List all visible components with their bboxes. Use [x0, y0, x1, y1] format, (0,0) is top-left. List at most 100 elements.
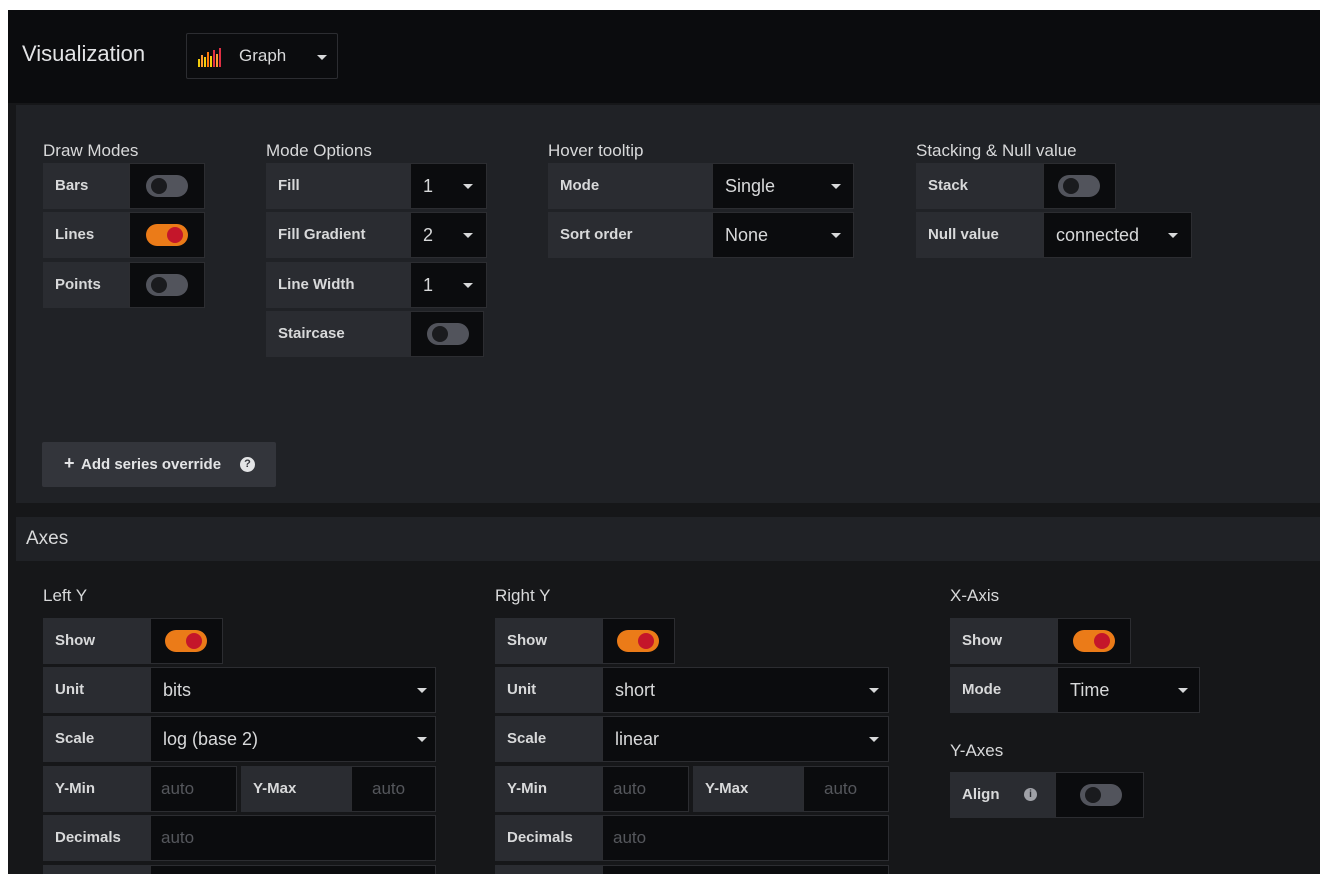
- add-series-override-button[interactable]: + Add series override ?: [42, 442, 276, 487]
- y-axes-align-label: Align i: [950, 772, 1055, 818]
- lines-toggle-cell: [129, 212, 205, 258]
- fill-select[interactable]: 1: [410, 163, 487, 209]
- fill-value: 1: [423, 176, 434, 196]
- points-label: Points: [43, 262, 129, 308]
- panel-editor: Visualization Graph Draw Modes Bars Line…: [8, 10, 1320, 874]
- left-y-unit-label: Unit: [43, 667, 150, 713]
- hover-tooltip-heading: Hover tooltip: [548, 141, 644, 160]
- right-y-max-placeholder: auto: [824, 779, 858, 798]
- left-y-next-row-cell[interactable]: [150, 865, 436, 874]
- right-y-unit-select[interactable]: short: [602, 667, 889, 713]
- chevron-down-icon: [463, 283, 473, 288]
- mode-options-heading: Mode Options: [266, 141, 372, 160]
- x-axis-show-label: Show: [950, 618, 1057, 664]
- staircase-label: Staircase: [266, 311, 410, 357]
- graph-bars-icon: [198, 48, 221, 67]
- x-axis-mode-value: Time: [1070, 680, 1110, 700]
- left-y-scale-value: log (base 2): [163, 729, 259, 749]
- chevron-down-icon: [317, 55, 327, 60]
- bars-label: Bars: [43, 163, 129, 209]
- bars-toggle[interactable]: [146, 175, 188, 197]
- right-y-scale-value: linear: [615, 729, 660, 749]
- help-icon[interactable]: ?: [240, 457, 255, 472]
- sort-order-select[interactable]: None: [712, 212, 854, 258]
- x-axis-mode-select[interactable]: Time: [1057, 667, 1200, 713]
- draw-modes-heading: Draw Modes: [43, 141, 139, 160]
- right-y-heading: Right Y: [495, 586, 551, 605]
- right-y-min-placeholder: auto: [613, 779, 647, 798]
- lines-toggle[interactable]: [146, 224, 188, 246]
- info-icon[interactable]: i: [1024, 788, 1037, 801]
- right-y-next-row-cell[interactable]: [602, 865, 889, 874]
- points-toggle[interactable]: [146, 274, 188, 296]
- right-y-show-toggle[interactable]: [617, 630, 659, 652]
- right-y-max-input[interactable]: auto: [803, 766, 889, 812]
- right-y-min-input[interactable]: auto: [602, 766, 689, 812]
- stack-label: Stack: [916, 163, 1043, 209]
- left-y-show-toggle[interactable]: [165, 630, 207, 652]
- fill-label: Fill: [266, 163, 410, 209]
- bars-toggle-cell: [129, 163, 205, 209]
- right-y-next-row-label: [495, 865, 602, 874]
- chevron-down-icon: [1168, 233, 1178, 238]
- left-y-max-placeholder: auto: [372, 779, 406, 798]
- sort-order-value: None: [725, 225, 769, 245]
- stack-toggle[interactable]: [1058, 175, 1100, 197]
- line-width-select[interactable]: 1: [410, 262, 487, 308]
- right-y-scale-label: Scale: [495, 716, 602, 762]
- chevron-down-icon: [1178, 688, 1188, 693]
- sort-order-label: Sort order: [548, 212, 712, 258]
- tooltip-mode-select[interactable]: Single: [712, 163, 854, 209]
- chevron-down-icon: [831, 233, 841, 238]
- line-width-value: 1: [423, 275, 434, 295]
- left-y-show-label: Show: [43, 618, 150, 664]
- right-y-min-label: Y-Min: [495, 766, 602, 812]
- left-y-scale-label: Scale: [43, 716, 150, 762]
- left-y-max-input[interactable]: auto: [351, 766, 436, 812]
- left-y-min-placeholder: auto: [161, 779, 195, 798]
- staircase-toggle[interactable]: [427, 323, 469, 345]
- null-value-label: Null value: [916, 212, 1043, 258]
- left-y-decimals-input[interactable]: auto: [150, 815, 436, 861]
- left-y-decimals-label: Decimals: [43, 815, 150, 861]
- visualization-picker[interactable]: Graph: [186, 33, 338, 79]
- fill-gradient-label: Fill Gradient: [266, 212, 410, 258]
- display-options-panel: Draw Modes Bars Lines Points Mode Option…: [16, 105, 1320, 503]
- left-y-max-label: Y-Max: [241, 766, 351, 812]
- y-axes-align-toggle-cell: [1055, 772, 1144, 818]
- right-y-show-label: Show: [495, 618, 602, 664]
- y-axes-align-toggle[interactable]: [1080, 784, 1122, 806]
- stacking-heading: Stacking & Null value: [916, 141, 1077, 160]
- chevron-down-icon: [417, 737, 427, 742]
- x-axis-mode-label: Mode: [950, 667, 1057, 713]
- tooltip-mode-value: Single: [725, 176, 776, 196]
- left-y-unit-select[interactable]: bits: [150, 667, 436, 713]
- stack-toggle-cell: [1043, 163, 1116, 209]
- left-y-min-input[interactable]: auto: [150, 766, 237, 812]
- null-value-value: connected: [1056, 225, 1140, 245]
- right-y-unit-value: short: [615, 680, 656, 700]
- lines-label: Lines: [43, 212, 129, 258]
- chevron-down-icon: [869, 737, 879, 742]
- right-y-show-toggle-cell: [602, 618, 675, 664]
- right-y-unit-label: Unit: [495, 667, 602, 713]
- staircase-toggle-cell: [410, 311, 484, 357]
- right-y-decimals-label: Decimals: [495, 815, 602, 861]
- right-y-decimals-placeholder: auto: [613, 828, 647, 847]
- visualization-picker-label: Graph: [239, 46, 287, 65]
- left-y-decimals-placeholder: auto: [161, 828, 195, 847]
- right-y-scale-select[interactable]: linear: [602, 716, 889, 762]
- left-y-show-toggle-cell: [150, 618, 223, 664]
- visualization-title: Visualization: [22, 41, 146, 66]
- chevron-down-icon: [831, 184, 841, 189]
- left-y-min-label: Y-Min: [43, 766, 150, 812]
- right-y-decimals-input[interactable]: auto: [602, 815, 889, 861]
- y-axes-heading: Y-Axes: [950, 741, 1004, 760]
- null-value-select[interactable]: connected: [1043, 212, 1192, 258]
- left-y-scale-select[interactable]: log (base 2): [150, 716, 436, 762]
- axes-section-header[interactable]: Axes: [16, 517, 1320, 561]
- fill-gradient-select[interactable]: 2: [410, 212, 487, 258]
- x-axis-show-toggle[interactable]: [1073, 630, 1115, 652]
- visualization-header: Visualization Graph: [8, 10, 1320, 103]
- left-y-heading: Left Y: [43, 586, 88, 605]
